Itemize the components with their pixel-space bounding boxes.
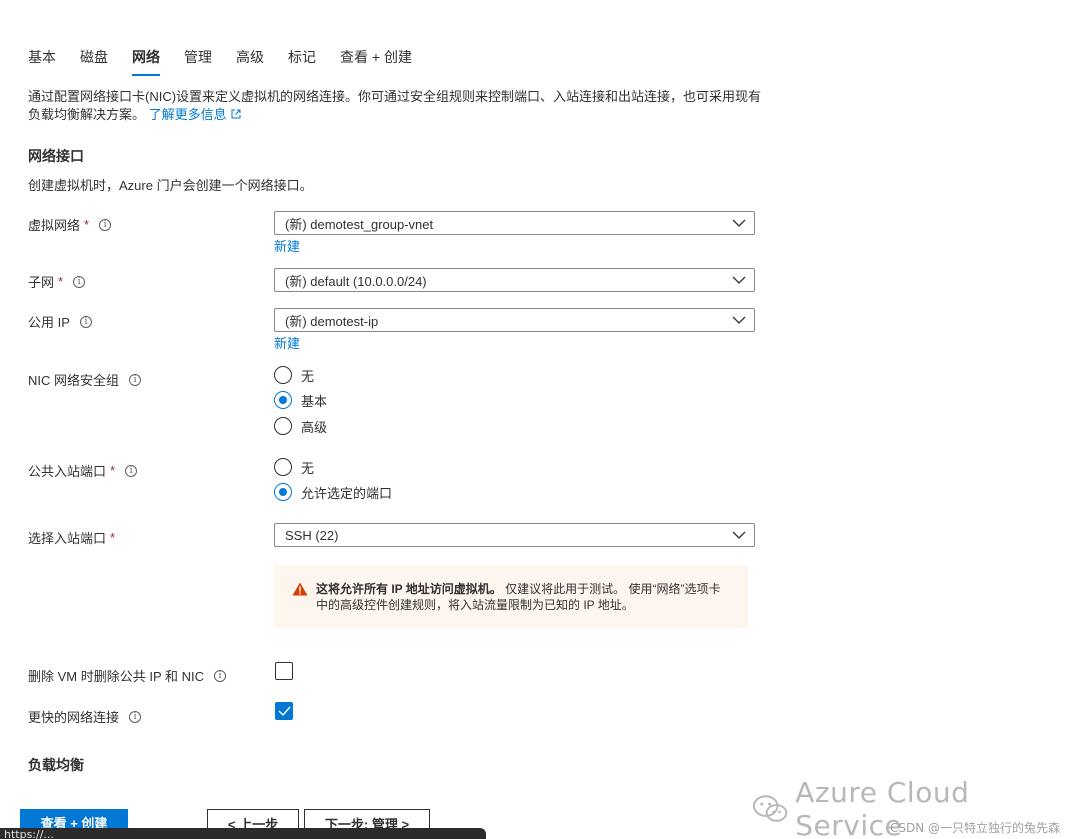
vnet-label-text: 虚拟网络 — [28, 218, 81, 233]
learn-more-link[interactable]: 了解更多信息 — [149, 107, 227, 122]
vnet-select[interactable]: (新) demotest_group-vnet — [274, 211, 755, 235]
section-title-nic: 网络接口 — [28, 148, 84, 164]
section-title-load-balancing: 负载均衡 — [28, 757, 84, 773]
chevron-down-icon — [732, 219, 746, 227]
inbound-ports-option-allow[interactable]: 允许选定的端口 — [274, 482, 392, 502]
radio-button[interactable] — [274, 483, 292, 501]
info-icon[interactable]: i — [129, 710, 142, 723]
browser-status-bar: https://... — [0, 828, 486, 839]
warning-text-line1: 仅建议将此用于测试。 使用“网络”选项卡 — [501, 582, 721, 596]
vnet-select-value: (新) demotest_group-vnet — [285, 216, 434, 232]
accelerated-networking-label: 更快的网络连接 i — [28, 707, 142, 726]
tab-bar: 基本 磁盘 网络 管理 高级 标记 查看 + 创建 — [28, 48, 436, 76]
radio-label: 基本 — [301, 393, 328, 409]
subnet-select[interactable]: (新) default (10.0.0.0/24) — [274, 268, 755, 292]
tab-management[interactable]: 管理 — [184, 48, 212, 74]
info-icon[interactable]: i — [129, 373, 142, 386]
subnet-label-text: 子网 — [28, 275, 55, 290]
nsg-label: NIC 网络安全组 i — [28, 370, 142, 389]
required-marker: * — [58, 274, 64, 289]
delete-ip-nic-label: 删除 VM 时删除公共 IP 和 NIC i — [28, 666, 226, 685]
tab-networking[interactable]: 网络 — [132, 48, 160, 76]
nsg-option-none[interactable]: 无 — [274, 365, 314, 385]
tab-tags[interactable]: 标记 — [288, 48, 316, 74]
public-ip-create-new-link[interactable]: 新建 — [274, 333, 300, 352]
delete-ip-nic-label-text: 删除 VM 时删除公共 IP 和 NIC — [28, 669, 204, 684]
chevron-down-icon — [732, 531, 746, 539]
accelerated-networking-checkbox[interactable] — [275, 702, 293, 720]
public-ip-label-text: 公用 IP — [28, 315, 70, 330]
radio-button[interactable] — [274, 458, 292, 476]
radio-button[interactable] — [274, 417, 292, 435]
warning-text-line2: 中的高级控件创建规则，将入站流量限制为已知的 IP 地址。 — [316, 598, 634, 612]
select-ports-select[interactable]: SSH (22) — [274, 523, 755, 547]
delete-ip-nic-checkbox[interactable] — [275, 662, 293, 680]
subnet-select-value: (新) default (10.0.0.0/24) — [285, 273, 427, 289]
page-description: 通过配置网络接口卡(NIC)设置来定义虚拟机的网络连接。你可通过安全组规则来控制… — [28, 88, 768, 124]
radio-label: 高级 — [301, 419, 328, 435]
subnet-label: 子网 * i — [28, 272, 86, 291]
vnet-label: 虚拟网络 * i — [28, 215, 112, 234]
info-icon[interactable]: i — [214, 669, 226, 682]
warning-message: 这将允许所有 IP 地址访问虚拟机。 仅建议将此用于测试。 使用“网络”选项卡 … — [274, 565, 748, 628]
tab-basics[interactable]: 基本 — [28, 48, 56, 74]
info-icon[interactable]: i — [99, 218, 112, 231]
chevron-down-icon — [732, 276, 746, 284]
required-marker: * — [84, 217, 90, 232]
chevron-down-icon — [732, 316, 746, 324]
public-ip-select-value: (新) demotest-ip — [285, 313, 379, 329]
accelerated-networking-label-text: 更快的网络连接 — [28, 710, 120, 725]
radio-label: 无 — [301, 460, 315, 476]
select-ports-label-text: 选择入站端口 — [28, 531, 107, 546]
checkmark-icon — [278, 706, 291, 716]
radio-button[interactable] — [274, 366, 292, 384]
info-icon[interactable]: i — [73, 275, 86, 288]
radio-label: 允许选定的端口 — [301, 485, 393, 501]
public-ip-select[interactable]: (新) demotest-ip — [274, 308, 755, 332]
tab-disks[interactable]: 磁盘 — [80, 48, 108, 74]
nsg-option-basic[interactable]: 基本 — [274, 390, 327, 410]
select-ports-label: 选择入站端口 * — [28, 528, 115, 547]
required-marker: * — [110, 530, 116, 545]
inbound-ports-option-none[interactable]: 无 — [274, 457, 314, 477]
description-text: 通过配置网络接口卡(NIC)设置来定义虚拟机的网络连接。你可通过安全组规则来控制… — [28, 89, 762, 122]
nsg-label-text: NIC 网络安全组 — [28, 373, 120, 388]
info-icon[interactable]: i — [79, 315, 92, 328]
warning-bold-text: 这将允许所有 IP 地址访问虚拟机。 — [316, 582, 502, 596]
info-icon[interactable]: i — [125, 464, 138, 477]
select-ports-value: SSH (22) — [285, 527, 339, 543]
tab-review-create[interactable]: 查看 + 创建 — [340, 48, 412, 74]
inbound-ports-label: 公共入站端口 * i — [28, 461, 138, 480]
required-marker: * — [110, 463, 116, 478]
public-ip-label: 公用 IP i — [28, 312, 92, 331]
wechat-icon — [752, 795, 788, 822]
warning-text: 这将允许所有 IP 地址访问虚拟机。 仅建议将此用于测试。 使用“网络”选项卡 … — [316, 581, 720, 628]
vnet-create-new-link[interactable]: 新建 — [274, 236, 300, 255]
section-desc-nic: 创建虚拟机时，Azure 门户会创建一个网络接口。 — [28, 178, 313, 193]
warning-icon — [292, 582, 308, 596]
tab-advanced[interactable]: 高级 — [236, 48, 264, 74]
external-link-icon — [231, 109, 241, 119]
radio-button[interactable] — [274, 391, 292, 409]
csdn-credit: CSDN @一只特立独行的兔先森 — [890, 821, 1061, 835]
nsg-option-advanced[interactable]: 高级 — [274, 416, 327, 436]
radio-label: 无 — [301, 368, 315, 384]
inbound-ports-label-text: 公共入站端口 — [28, 464, 107, 479]
